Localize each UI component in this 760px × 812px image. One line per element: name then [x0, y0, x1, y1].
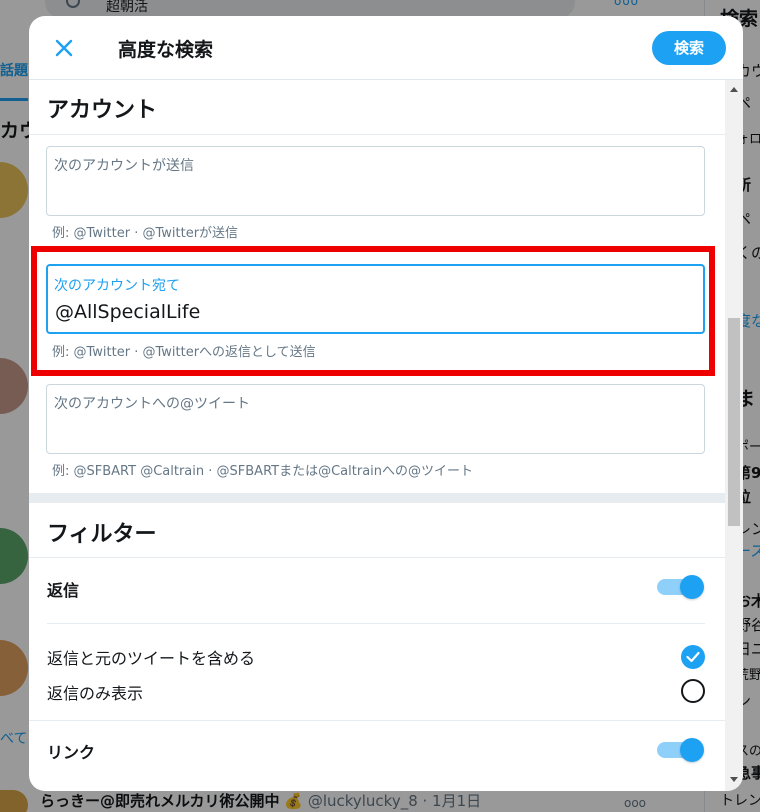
section-divider: [29, 134, 725, 135]
toggle-knob: [680, 575, 704, 599]
include-replies-label: 返信と元のツイートを含める: [47, 649, 256, 668]
only-replies-label: 返信のみ表示: [47, 684, 144, 703]
scroll-down-arrow-icon[interactable]: [730, 777, 738, 782]
advanced-search-dialog: 高度な検索 検索 アカウント 次のアカウントが送信 例: @Twitter · …: [29, 16, 743, 791]
replies-label: 返信: [47, 581, 80, 600]
from-account-hint: 例: @Twitter · @Twitterが送信: [52, 226, 239, 241]
scroll-up-arrow-icon[interactable]: [730, 87, 738, 92]
mentions-hint: 例: @SFBART @Caltrain · @SFBARTまたは@Caltra…: [52, 464, 474, 479]
replies-toggle[interactable]: [657, 574, 705, 600]
include-replies-checkbox[interactable]: [681, 645, 705, 669]
toggle-knob: [680, 738, 704, 762]
checkmark-icon: [686, 651, 700, 663]
dialog-title: 高度な検索: [118, 39, 214, 61]
scrollbar-thumb[interactable]: [728, 318, 740, 526]
dialog-header: 高度な検索 検索: [29, 16, 743, 80]
dialog-scrollbar[interactable]: [725, 80, 743, 791]
close-button[interactable]: [49, 33, 79, 63]
section-divider: [29, 557, 725, 558]
search-button[interactable]: 検索: [652, 31, 726, 65]
from-account-label: 次のアカウントが送信: [54, 158, 194, 174]
mentions-label: 次のアカウントへの@ツイート: [54, 396, 250, 412]
only-replies-radio[interactable]: [681, 679, 705, 703]
highlight-annotation: [31, 246, 715, 376]
row-divider: [47, 623, 705, 624]
links-label: リンク: [47, 743, 96, 762]
mentions-field[interactable]: 次のアカウントへの@ツイート: [46, 384, 705, 454]
section-divider: [29, 720, 725, 721]
dialog-scroll-area[interactable]: アカウント 次のアカウントが送信 例: @Twitter · @Twitterが…: [29, 80, 743, 791]
section-separator: [29, 493, 725, 503]
close-icon: [55, 39, 73, 57]
from-account-field[interactable]: 次のアカウントが送信: [46, 146, 705, 216]
accounts-heading: アカウント: [47, 98, 158, 123]
links-toggle[interactable]: [657, 737, 705, 763]
filters-heading: フィルター: [47, 522, 157, 547]
